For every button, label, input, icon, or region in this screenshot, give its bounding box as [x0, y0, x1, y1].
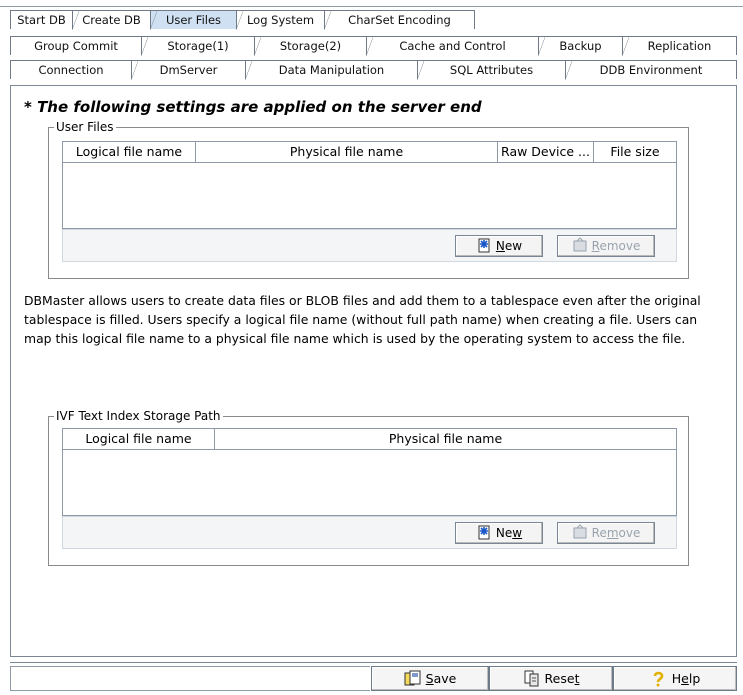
column-header-file-size[interactable]: File size [594, 142, 676, 162]
ivf-remove-label-pre: Re [591, 526, 607, 540]
ivf-toolbar: New Remove [62, 516, 677, 549]
remove-button-label: emove [599, 239, 641, 253]
ivf-storage-table[interactable]: Logical file name Physical file name [62, 428, 677, 516]
status-area [10, 666, 370, 691]
column-header-physical-file-name[interactable]: Physical file name [196, 142, 498, 162]
user-files-new-button[interactable]: New [455, 235, 543, 257]
tab-log-system[interactable]: Log System [236, 10, 325, 30]
help-button[interactable]: Help [613, 666, 737, 691]
tab-storage-1[interactable]: Storage(1) [141, 36, 255, 56]
ivf-remove-label-rest: ove [618, 526, 641, 540]
column-header-raw-device[interactable]: Raw Device ... [498, 142, 594, 162]
new-button-label: ew [504, 239, 523, 253]
ivf-storage-group-label: IVF Text Index Storage Path [54, 409, 223, 423]
column-header-physical-file-name[interactable]: Physical file name [215, 429, 676, 449]
help-mnemonic: e [681, 671, 689, 686]
tab-storage-2[interactable]: Storage(2) [254, 36, 367, 56]
user-files-description: DBMaster allows users to create data fil… [24, 293, 701, 346]
server-settings-window: Start DB Create DB User Files Log System… [0, 0, 743, 695]
user-files-table[interactable]: Logical file name Physical file name Raw… [62, 141, 677, 229]
tab-group-commit[interactable]: Group Commit [10, 36, 142, 55]
tab-data-manipulation[interactable]: Data Manipulation [245, 60, 418, 80]
tab-create-db[interactable]: Create DB [72, 10, 151, 30]
tab-replication[interactable]: Replication [622, 36, 737, 56]
ivf-remove-button[interactable]: Remove [557, 522, 655, 544]
user-files-group-label: User Files [54, 120, 116, 134]
help-label-pre: H [671, 671, 682, 686]
ivf-new-button[interactable]: New [455, 522, 543, 544]
new-file-icon [478, 525, 490, 540]
save-label: ave [433, 671, 457, 686]
tab-start-db[interactable]: Start DB [10, 10, 73, 29]
ivf-remove-mnemonic: m [606, 526, 619, 540]
tab-dmserver[interactable]: DmServer [131, 60, 246, 80]
reset-button[interactable]: Reset [489, 666, 613, 691]
tab-connection[interactable]: Connection [10, 60, 132, 79]
new-button-mnemonic: N [495, 239, 505, 253]
tab-user-files[interactable]: User Files [150, 10, 237, 30]
remove-icon [573, 524, 587, 539]
user-files-table-header: Logical file name Physical file name Raw… [63, 142, 676, 163]
footer-divider [10, 662, 737, 663]
tab-cache-and-control[interactable]: Cache and Control [366, 36, 539, 56]
settings-heading: * The following settings are applied on … [24, 98, 482, 116]
user-files-remove-button[interactable]: Remove [557, 235, 655, 257]
save-button[interactable]: Save [371, 666, 489, 691]
save-icon [404, 670, 421, 686]
reset-mnemonic: t [574, 671, 580, 686]
column-header-logical-file-name[interactable]: Logical file name [63, 429, 215, 449]
ivf-table-header: Logical file name Physical file name [63, 429, 676, 450]
tab-sql-attributes[interactable]: SQL Attributes [417, 60, 566, 80]
help-icon [653, 671, 664, 687]
ivf-new-mnemonic: w [512, 526, 523, 540]
save-mnemonic: S [425, 671, 434, 686]
user-files-toolbar: New Remove [62, 229, 677, 262]
tab-charset-encoding[interactable]: CharSet Encoding [324, 10, 475, 30]
top-border [0, 6, 743, 7]
new-file-icon [478, 238, 490, 253]
help-label-rest: lp [688, 671, 701, 686]
remove-icon [573, 237, 587, 252]
tab-backup[interactable]: Backup [538, 36, 623, 56]
reset-label: Rese [544, 671, 575, 686]
reset-icon [524, 670, 539, 687]
column-header-logical-file-name[interactable]: Logical file name [63, 142, 196, 162]
tab-ddb-environment[interactable]: DDB Environment [565, 60, 737, 80]
ivf-new-label: Ne [495, 526, 513, 540]
